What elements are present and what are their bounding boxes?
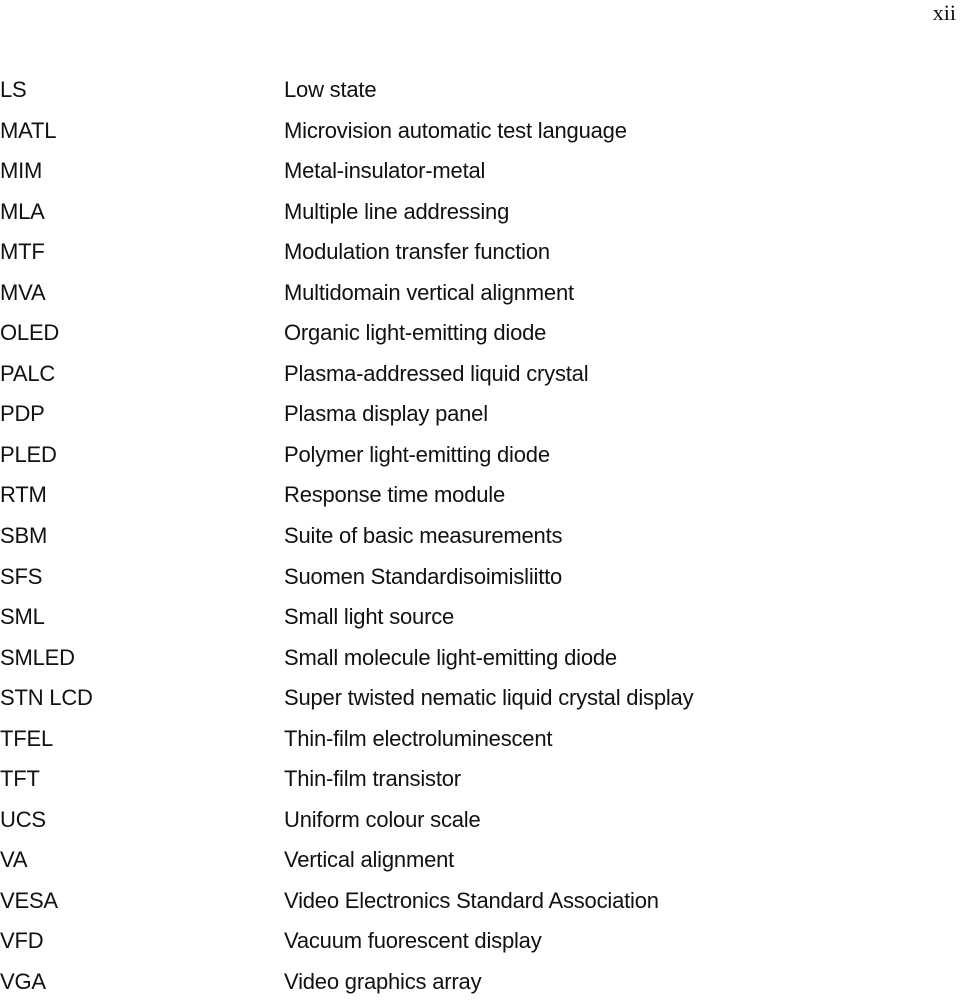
abbreviation-definition: Suite of basic measurements [284, 523, 563, 549]
page-number: xii [932, 0, 956, 25]
abbreviation-row: MTF Modulation transfer function [0, 235, 960, 276]
abbreviation-term: VA [0, 847, 28, 873]
abbreviation-row: MVA Multidomain vertical alignment [0, 276, 960, 317]
abbreviation-term: SML [0, 604, 45, 630]
abbreviation-list: LS Low state MATL Microvision automatic te… [0, 73, 960, 1006]
abbreviation-term: MLA [0, 198, 45, 224]
abbreviation-row: VFD Vacuum fuorescent display [0, 924, 960, 965]
abbreviation-row: UCS Uniform colour scale [0, 803, 960, 844]
abbreviation-definition: Multidomain vertical alignment [284, 279, 574, 305]
abbreviation-row: PLED Polymer light-emitting diode [0, 438, 960, 479]
abbreviation-term: PALC [0, 360, 56, 386]
abbreviation-term: SMLED [0, 644, 75, 670]
abbreviation-row: LS Low state [0, 73, 960, 114]
abbreviation-row: SBM Suite of basic measurements [0, 519, 960, 560]
abbreviation-definition: Metal-insulator-metal [284, 158, 486, 184]
abbreviation-definition: Small light source [284, 604, 455, 630]
abbreviation-row: MLA Multiple line addressing [0, 195, 960, 236]
abbreviation-term: VFD [0, 928, 44, 954]
abbreviation-definition: Modulation transfer function [284, 239, 550, 265]
abbreviation-definition: Low state [284, 77, 377, 102]
abbreviation-definition: Small molecule light-emitting diode [284, 644, 617, 670]
abbreviation-row: PALC Plasma-addressed liquid crystal [0, 357, 960, 398]
abbreviation-definition: Video Electronics Standard Association [284, 887, 659, 913]
abbreviation-term: VESA [0, 887, 58, 913]
abbreviation-definition: Microvision automatic test language [284, 117, 627, 143]
abbreviation-definition: Thin-film electroluminescent [284, 725, 553, 751]
abbreviation-term: STN LCD [0, 685, 93, 711]
abbreviation-row: TFT Thin-film transistor [0, 762, 960, 803]
abbreviation-definition: Polymer light-emitting diode [284, 441, 550, 467]
abbreviation-definition: Multiple line addressing [284, 198, 510, 224]
abbreviation-definition: Plasma display panel [284, 401, 488, 427]
abbreviation-term: SFS [0, 563, 43, 589]
abbreviation-row: PDP Plasma display panel [0, 397, 960, 438]
abbreviation-definition: Video graphics array [284, 969, 482, 995]
abbreviation-row: SML Small light source [0, 600, 960, 641]
abbreviation-term: TFEL [0, 725, 53, 751]
abbreviation-row: SFS Suomen Standardisoimisliitto [0, 560, 960, 601]
abbreviation-term: OLED [0, 320, 60, 346]
abbreviation-row: MIM Metal-insulator-metal [0, 154, 960, 195]
abbreviation-row: OLED Organic light-emitting diode [0, 316, 960, 357]
abbreviation-term: MVA [0, 279, 46, 305]
abbreviation-row: RTM Response time module [0, 478, 960, 519]
abbreviation-row: VGA Video graphics array [0, 965, 960, 1006]
abbreviation-row: MATL Microvision automatic test language [0, 114, 960, 155]
abbreviation-term: MTF [0, 239, 45, 265]
abbreviation-definition: Super twisted nematic liquid crystal dis… [284, 685, 694, 711]
abbreviation-definition: Suomen Standardisoimisliitto [284, 563, 563, 589]
abbreviation-term: LS [0, 77, 27, 102]
abbreviation-term: VGA [0, 969, 46, 995]
abbreviation-row: STN LCD Super twisted nematic liquid crys… [0, 681, 960, 722]
abbreviation-row: VESA Video Electronics Standard Associati… [0, 884, 960, 925]
abbreviation-definition: Response time module [284, 482, 506, 508]
abbreviation-term: TFT [0, 766, 40, 792]
abbreviation-definition: Plasma-addressed liquid crystal [284, 360, 589, 386]
abbreviation-row: VA Vertical alignment [0, 843, 960, 884]
abbreviation-row: SMLED Small molecule light-emitting diode [0, 641, 960, 682]
abbreviation-term: MIM [0, 158, 43, 184]
abbreviation-term: MATL [0, 117, 57, 143]
abbreviation-term: PDP [0, 401, 45, 427]
abbreviation-term: RTM [0, 482, 47, 508]
abbreviation-term: PLED [0, 441, 57, 467]
abbreviation-definition: Vacuum fuorescent display [284, 928, 542, 954]
abbreviation-term: UCS [0, 806, 46, 832]
abbreviation-definition: Uniform colour scale [284, 806, 481, 832]
abbreviation-definition: Vertical alignment [284, 847, 455, 873]
abbreviation-row: TFEL Thin-film electroluminescent [0, 722, 960, 763]
abbreviation-definition: Organic light-emitting diode [284, 320, 547, 346]
abbreviation-term: SBM [0, 523, 48, 549]
abbreviation-definition: Thin-film transistor [284, 766, 461, 792]
